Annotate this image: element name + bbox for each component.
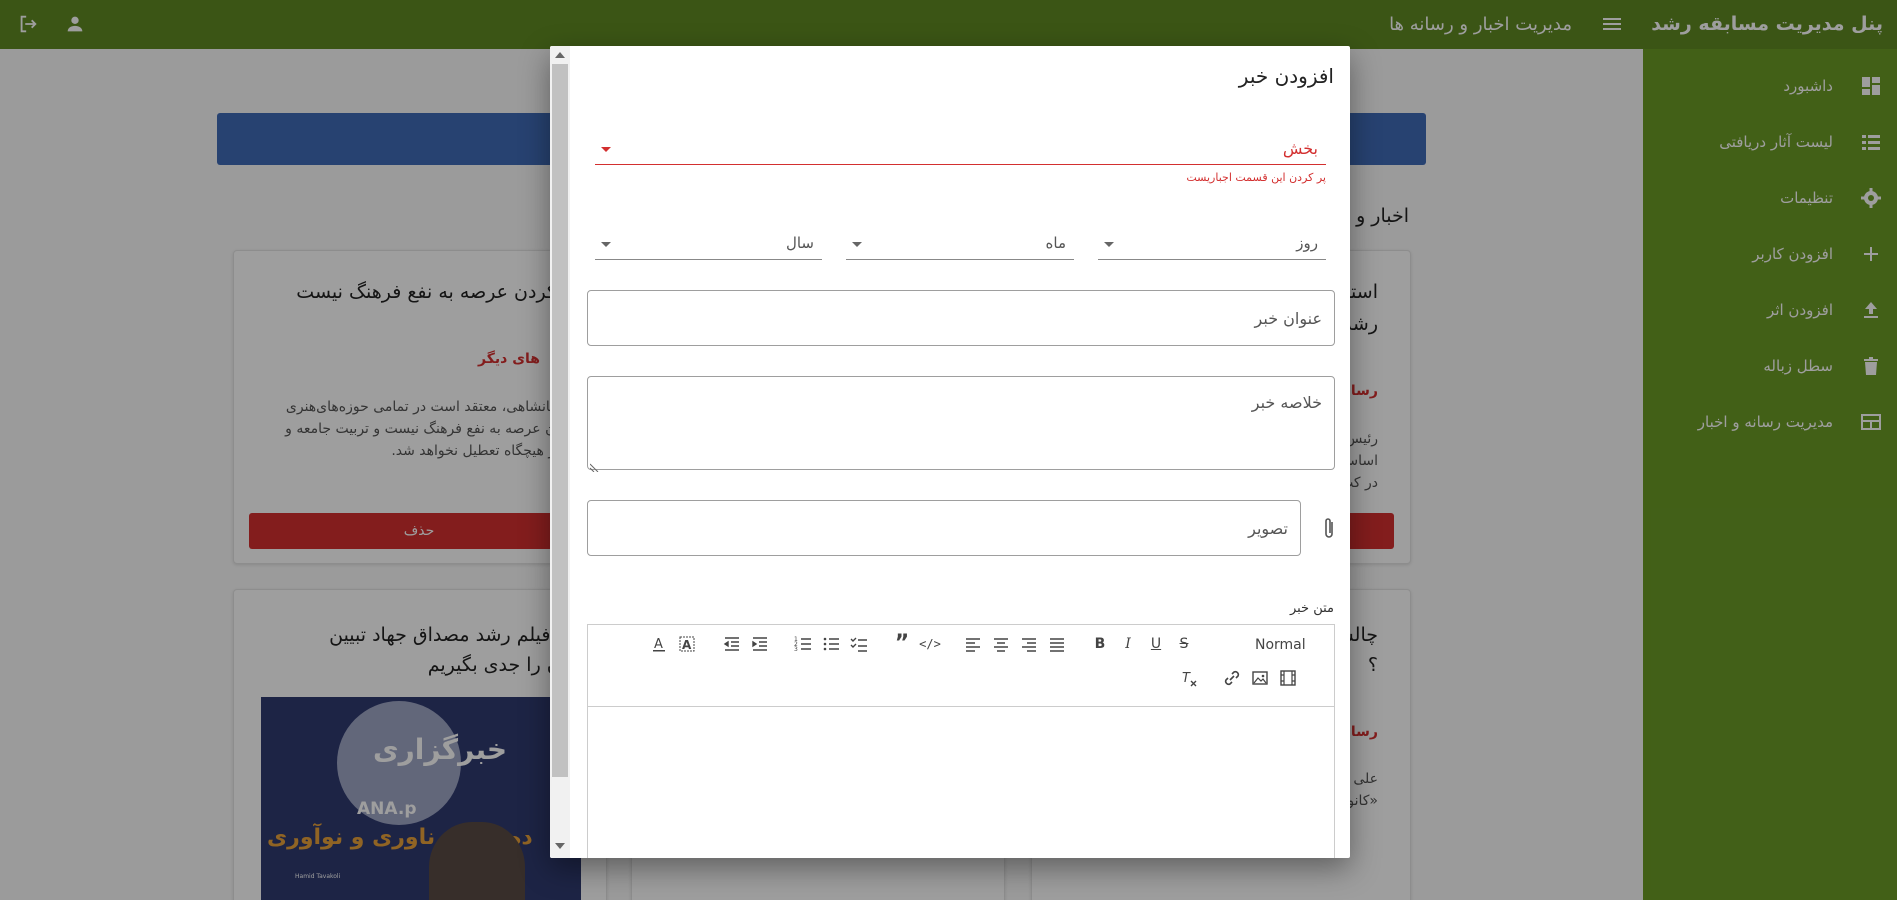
quote-icon[interactable]: ” bbox=[891, 633, 913, 655]
outdent-icon[interactable] bbox=[721, 633, 743, 655]
image-file-input[interactable]: تصویر bbox=[587, 500, 1301, 556]
ordered-list-icon[interactable]: 123 bbox=[792, 633, 814, 655]
dialog-scrollbar[interactable] bbox=[550, 46, 570, 858]
code-icon[interactable]: </> bbox=[919, 633, 941, 655]
svg-text:A: A bbox=[682, 638, 692, 652]
section-error-message: پر کردن این قسمت اجباریست bbox=[1186, 171, 1326, 184]
month-select[interactable]: ماه bbox=[846, 234, 1074, 260]
editor-content-area[interactable] bbox=[588, 708, 1334, 858]
svg-text:T: T bbox=[1182, 671, 1191, 686]
month-select-label: ماه bbox=[1045, 234, 1066, 252]
background-color-icon[interactable]: A bbox=[676, 633, 698, 655]
image-input-placeholder: تصویر bbox=[1248, 519, 1288, 538]
scroll-down-arrow[interactable] bbox=[555, 843, 565, 849]
section-select-label: بخش bbox=[1282, 139, 1318, 158]
link-icon[interactable] bbox=[1221, 667, 1243, 689]
add-news-dialog: افزودن خبر بخش پر کردن این قسمت اجباریست… bbox=[550, 46, 1350, 858]
scrollbar-thumb[interactable] bbox=[552, 64, 568, 777]
svg-text:3: 3 bbox=[794, 646, 798, 653]
news-summary-textarea[interactable]: خلاصه خبر bbox=[587, 376, 1335, 473]
align-center-icon[interactable] bbox=[990, 633, 1012, 655]
image-icon[interactable] bbox=[1249, 667, 1271, 689]
chevron-down-icon bbox=[601, 242, 611, 247]
rich-text-editor: Normal S U I B </> ” 123 A A T bbox=[587, 624, 1335, 858]
chevron-down-icon bbox=[601, 147, 611, 152]
news-title-input[interactable]: عنوان خبر bbox=[587, 290, 1335, 346]
indent-icon[interactable] bbox=[749, 633, 771, 655]
scroll-up-arrow[interactable] bbox=[555, 52, 565, 58]
dialog-title: افزودن خبر bbox=[1238, 64, 1334, 88]
align-left-icon[interactable] bbox=[962, 633, 984, 655]
bullet-list-icon[interactable] bbox=[820, 633, 842, 655]
news-title-placeholder: عنوان خبر bbox=[1254, 309, 1322, 328]
news-summary-placeholder: خلاصه خبر bbox=[1251, 393, 1322, 412]
italic-icon[interactable]: I bbox=[1117, 633, 1139, 655]
strike-icon[interactable]: S bbox=[1173, 633, 1195, 655]
year-select-label: سال bbox=[785, 234, 814, 252]
chevron-down-icon bbox=[852, 242, 862, 247]
text-color-icon[interactable]: A bbox=[648, 633, 670, 655]
resize-handle-icon[interactable] bbox=[589, 457, 600, 473]
year-select[interactable]: سال bbox=[595, 234, 822, 260]
video-icon[interactable] bbox=[1277, 667, 1299, 689]
day-select-label: روز bbox=[1296, 234, 1318, 252]
format-select[interactable]: Normal bbox=[1255, 637, 1306, 653]
day-select[interactable]: روز bbox=[1098, 234, 1326, 260]
bold-icon[interactable]: B bbox=[1089, 633, 1111, 655]
checklist-icon[interactable] bbox=[848, 633, 870, 655]
news-body-label: متن خبر bbox=[1289, 601, 1334, 616]
align-right-icon[interactable] bbox=[1018, 633, 1040, 655]
chevron-down-icon bbox=[1104, 242, 1114, 247]
underline-icon[interactable]: U bbox=[1145, 633, 1167, 655]
svg-text:A: A bbox=[654, 637, 663, 652]
clear-format-icon[interactable]: T bbox=[1178, 667, 1200, 689]
section-select[interactable]: بخش bbox=[595, 139, 1326, 165]
align-justify-icon[interactable] bbox=[1046, 633, 1068, 655]
paperclip-icon[interactable] bbox=[1320, 516, 1338, 542]
editor-toolbar: Normal S U I B </> ” 123 A A T bbox=[588, 625, 1334, 707]
